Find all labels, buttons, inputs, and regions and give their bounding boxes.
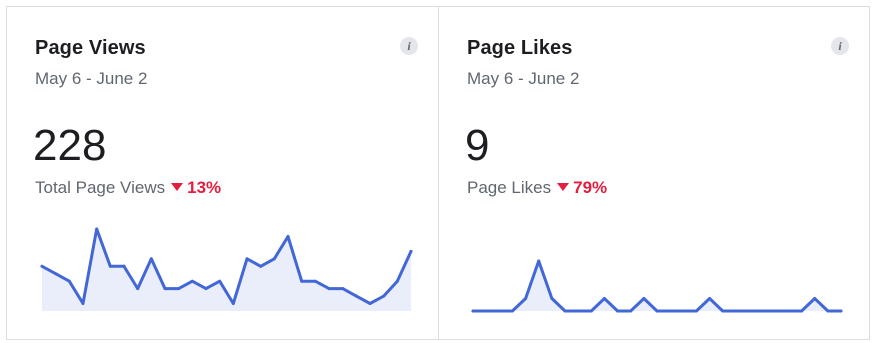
sparkline-point <box>382 294 386 298</box>
sparkline-point <box>550 297 554 300</box>
change-percent: 79% <box>573 178 608 197</box>
sparkline-point <box>800 309 804 313</box>
info-icon[interactable]: i <box>831 37 849 55</box>
sparkline-point <box>668 309 672 313</box>
sparkline-point <box>95 227 99 231</box>
sparkline-chart <box>471 259 843 313</box>
sparkline-point <box>122 264 126 268</box>
date-range: May 6 - June 2 <box>35 69 148 88</box>
down-arrow-icon <box>557 183 570 191</box>
sparkline-point <box>497 309 501 313</box>
sparkline-point <box>40 264 44 268</box>
sparkline-point <box>734 309 738 313</box>
sparkline-point <box>300 279 304 283</box>
sparkline-chart <box>40 227 413 311</box>
sparkline-area <box>473 261 841 311</box>
sparkline-area <box>42 229 411 311</box>
sparkline-point <box>721 309 725 313</box>
sparkline-point <box>510 309 514 313</box>
total-value: 9 <box>465 121 490 170</box>
sparkline-point <box>149 257 153 261</box>
info-icon[interactable]: i <box>400 37 418 55</box>
sparkline-point <box>760 309 764 313</box>
page-likes-card: Page Likes May 6 - June 2 i 9 Page Likes… <box>438 7 869 339</box>
sparkline-point <box>163 287 167 291</box>
card-title: Page Likes <box>467 37 573 59</box>
sparkline-point <box>108 264 112 268</box>
sparkline-point <box>537 259 541 263</box>
sparkline-point <box>231 302 235 305</box>
metric-label: Page Likes <box>467 178 552 197</box>
sparkline-point <box>341 287 345 291</box>
sparkline-point <box>245 257 249 261</box>
sparkline-point <box>368 302 372 305</box>
card-title: Page Views <box>35 37 146 59</box>
sparkline-point <box>395 279 399 283</box>
sparkline-point <box>773 309 777 313</box>
sparkline-point <box>629 309 633 313</box>
sparkline-point <box>272 257 276 261</box>
sparkline-point <box>313 279 317 283</box>
sparkline-point <box>136 287 140 291</box>
total-value: 228 <box>33 121 107 170</box>
sparkline-point <box>655 309 659 313</box>
sparkline-point <box>524 297 528 300</box>
sparkline-point <box>681 309 685 313</box>
insights-panel: Page Views May 6 - June 2 i 228 Total Pa… <box>6 6 870 340</box>
down-arrow-icon <box>171 183 184 191</box>
sparkline-point <box>747 309 751 313</box>
sparkline-point <box>409 249 413 253</box>
sparkline-point <box>616 309 620 313</box>
sparkline-point <box>190 279 194 283</box>
sparkline-point <box>177 287 181 291</box>
sparkline-point <box>642 297 646 300</box>
sparkline-point <box>589 309 593 313</box>
metric-row: Page Likes 79% <box>467 178 607 198</box>
sparkline-point <box>694 309 698 313</box>
sparkline-point <box>576 309 580 313</box>
metric-label: Total Page Views <box>35 178 166 197</box>
sparkline-point <box>563 309 567 313</box>
sparkline-point <box>839 309 843 313</box>
sparkline-point <box>602 297 606 300</box>
page-views-card: Page Views May 6 - June 2 i 228 Total Pa… <box>7 7 438 339</box>
sparkline-point <box>484 309 488 313</box>
sparkline-point <box>826 309 830 313</box>
sparkline-point <box>218 279 222 283</box>
sparkline-point <box>286 235 290 238</box>
date-range: May 6 - June 2 <box>467 69 580 88</box>
sparkline-point <box>81 302 85 305</box>
sparkline-point <box>471 309 475 313</box>
sparkline-point <box>354 294 358 298</box>
sparkline-point <box>259 264 263 268</box>
change-percent: 13% <box>187 178 222 197</box>
metric-row: Total Page Views 13% <box>35 178 221 198</box>
sparkline-point <box>204 287 208 291</box>
sparkline-point <box>786 309 790 313</box>
sparkline-point <box>54 272 58 276</box>
sparkline-point <box>813 297 817 300</box>
sparkline-point <box>708 297 712 300</box>
sparkline-point <box>327 287 331 291</box>
sparkline-point <box>67 279 71 283</box>
